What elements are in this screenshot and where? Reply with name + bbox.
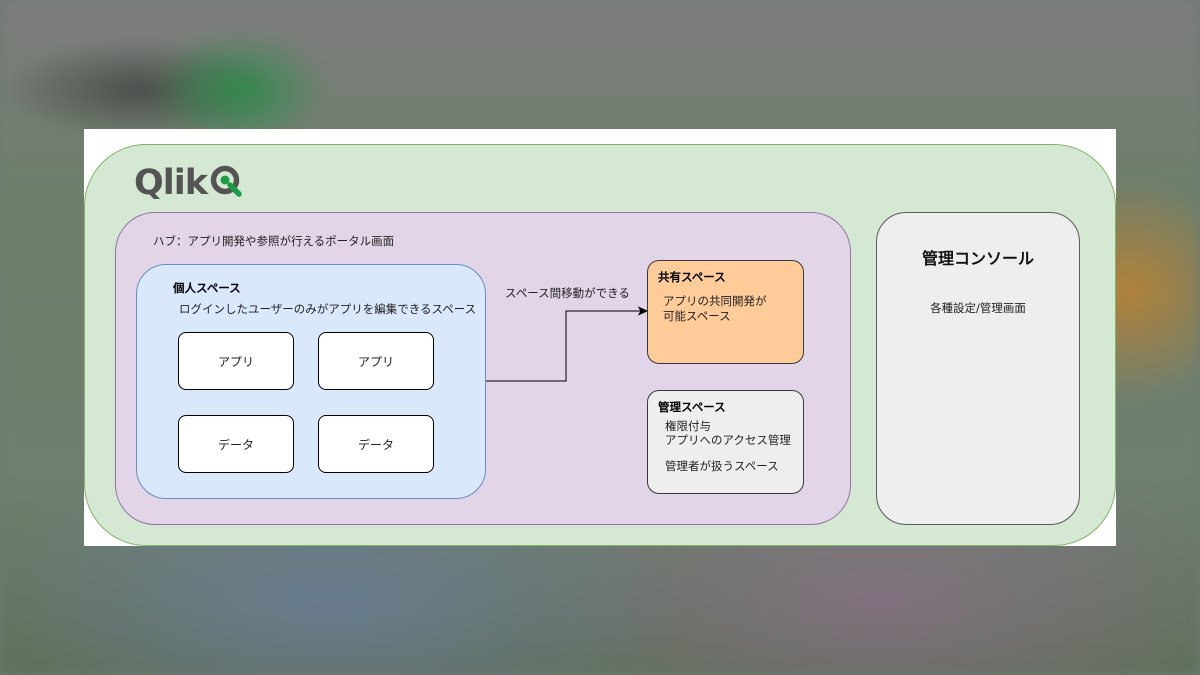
diagram-canvas: Qlik ハブ：アプリ開発や参照が行えるポータル画面 個人スペース ログインした…: [84, 129, 1116, 546]
admin-console-description: 各種設定/管理画面: [930, 301, 1026, 315]
shared-space-line: 可能スペース: [663, 309, 731, 323]
shared-space-title: 共有スペース: [658, 270, 726, 284]
admin-space-note: 管理者が扱うスペース: [665, 459, 779, 473]
admin-console-title: 管理コンソール: [921, 249, 1034, 268]
admin-space-title: 管理スペース: [658, 400, 726, 414]
shared-space-line: アプリの共同開発が: [663, 294, 767, 308]
admin-space-line: アプリへのアクセス管理: [665, 433, 791, 447]
space-move-label: スペース間移動ができる: [505, 286, 630, 300]
